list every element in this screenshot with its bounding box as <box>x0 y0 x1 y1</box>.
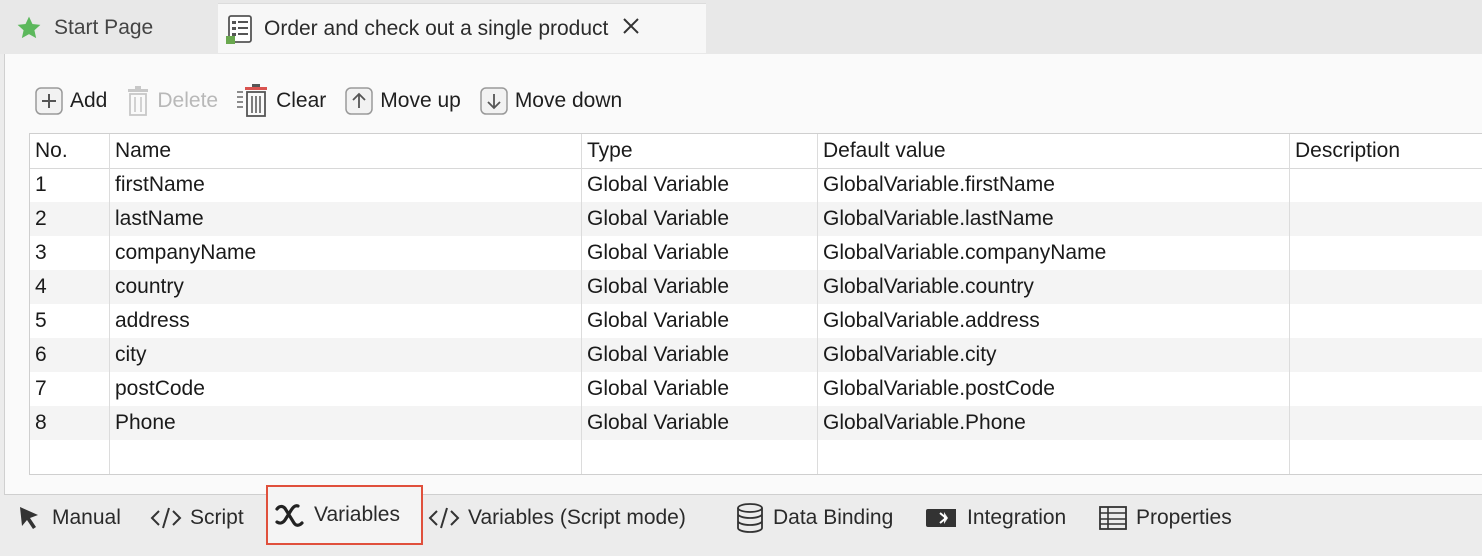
cell-no: 8 <box>35 411 47 434</box>
cell-no: 4 <box>35 275 47 298</box>
variables-toolbar: Add Delete Clear Move up Move down <box>34 82 640 120</box>
tab-label: Script <box>190 506 244 529</box>
cell-type[interactable]: Global Variable <box>587 270 729 304</box>
cell-no: 6 <box>35 343 47 366</box>
table-header: No. Name Type Default value Description <box>30 134 1482 169</box>
delete-label: Delete <box>157 89 219 112</box>
tab-manual[interactable]: Manual <box>16 495 121 541</box>
table-row[interactable]: 3 companyName Global Variable GlobalVari… <box>30 236 1482 270</box>
cell-name[interactable]: city <box>115 338 147 372</box>
table-row[interactable]: 5 address Global Variable GlobalVariable… <box>30 304 1482 338</box>
cell-default-value[interactable]: GlobalVariable.city <box>823 338 997 372</box>
cell-name[interactable]: postCode <box>115 372 205 406</box>
cell-default-value[interactable]: GlobalVariable.lastName <box>823 202 1054 236</box>
table-row[interactable]: 4 country Global Variable GlobalVariable… <box>30 270 1482 304</box>
arrow-down-icon <box>480 87 508 115</box>
cell-type[interactable]: Global Variable <box>587 168 729 202</box>
cell-name[interactable]: country <box>115 270 184 304</box>
cell-default-value[interactable]: GlobalVariable.companyName <box>823 236 1106 270</box>
trash-icon <box>128 86 149 116</box>
cell-no: 2 <box>35 207 47 230</box>
move-down-label: Move down <box>514 89 623 112</box>
tab-label: Order and check out a single product <box>264 16 609 40</box>
tab-script[interactable]: Script <box>150 495 244 541</box>
database-icon <box>737 503 763 533</box>
column-header-description[interactable]: Description <box>1295 134 1400 168</box>
variables-table: No. Name Type Default value Description … <box>29 133 1482 475</box>
cell-no: 3 <box>35 241 47 264</box>
tab-label: Variables (Script mode) <box>468 506 686 529</box>
plus-icon <box>35 87 63 115</box>
tab-start-page[interactable]: Start Page <box>6 3 212 52</box>
tab-properties[interactable]: Properties <box>1098 495 1232 541</box>
tab-integration[interactable]: Integration <box>925 495 1066 541</box>
move-down-button[interactable]: Move down <box>479 86 622 116</box>
column-divider[interactable] <box>581 134 582 474</box>
tab-label: Data Binding <box>773 506 894 529</box>
tab-label: Manual <box>52 506 121 529</box>
add-button[interactable]: Add <box>34 86 107 116</box>
editor-tab-bar: Start Page Order and check out a single … <box>0 0 1482 54</box>
cell-default-value[interactable]: GlobalVariable.postCode <box>823 372 1055 406</box>
column-header-name[interactable]: Name <box>115 134 171 168</box>
tab-label: Integration <box>967 506 1067 529</box>
delete-button[interactable]: Delete <box>125 85 218 117</box>
cell-no: 5 <box>35 309 47 332</box>
cell-name[interactable]: companyName <box>115 236 256 270</box>
tab-label: Variables <box>314 503 400 526</box>
column-header-type[interactable]: Type <box>587 134 633 168</box>
table-row[interactable]: 6 city Global Variable GlobalVariable.ci… <box>30 338 1482 372</box>
tab-variables[interactable]: Variables <box>266 485 423 545</box>
cell-name[interactable]: lastName <box>115 202 204 236</box>
star-icon <box>16 15 42 41</box>
cell-no: 7 <box>35 377 47 400</box>
cell-type[interactable]: Global Variable <box>587 406 729 440</box>
cell-type[interactable]: Global Variable <box>587 338 729 372</box>
add-label: Add <box>70 89 108 112</box>
cell-type[interactable]: Global Variable <box>587 372 729 406</box>
cell-name[interactable]: Phone <box>115 406 176 440</box>
table-grid-icon <box>1099 506 1127 530</box>
editor-mode-tabs: Manual Script Variables Variables (Scrip… <box>4 485 1482 547</box>
cell-no: 1 <box>35 173 47 196</box>
variable-x-icon <box>275 504 304 527</box>
tab-test-case[interactable]: Order and check out a single product <box>218 3 706 53</box>
table-row[interactable]: 2 lastName Global Variable GlobalVariabl… <box>30 202 1482 236</box>
empty-table-row[interactable] <box>30 440 1482 474</box>
cell-type[interactable]: Global Variable <box>587 236 729 270</box>
tab-data-binding[interactable]: Data Binding <box>735 495 893 541</box>
clear-label: Clear <box>276 89 327 112</box>
table-row[interactable]: 1 firstName Global Variable GlobalVariab… <box>30 168 1482 202</box>
cell-name[interactable]: address <box>115 304 190 338</box>
code-icon <box>428 507 460 529</box>
code-icon <box>150 507 182 529</box>
tab-variables-script-mode[interactable]: Variables (Script mode) <box>428 495 686 541</box>
cursor-arrow-icon <box>20 507 38 529</box>
cell-default-value[interactable]: GlobalVariable.address <box>823 304 1040 338</box>
arrow-up-icon <box>345 87 374 115</box>
close-icon[interactable] <box>620 15 642 43</box>
cell-type[interactable]: Global Variable <box>587 304 729 338</box>
column-header-default-value[interactable]: Default value <box>823 134 946 168</box>
cell-type[interactable]: Global Variable <box>587 202 729 236</box>
test-case-icon <box>226 14 254 44</box>
cell-default-value[interactable]: GlobalVariable.firstName <box>823 168 1055 202</box>
column-divider[interactable] <box>1289 134 1290 474</box>
integration-icon <box>926 509 956 527</box>
table-row[interactable]: 8 Phone Global Variable GlobalVariable.P… <box>30 406 1482 440</box>
move-up-label: Move up <box>380 89 461 112</box>
cell-default-value[interactable]: GlobalVariable.country <box>823 270 1034 304</box>
move-up-button[interactable]: Move up <box>344 86 461 116</box>
tab-label: Properties <box>1136 506 1232 529</box>
tab-label: Start Page <box>54 15 154 39</box>
column-divider[interactable] <box>109 134 110 474</box>
table-row[interactable]: 7 postCode Global Variable GlobalVariabl… <box>30 372 1482 406</box>
clear-icon <box>237 84 268 117</box>
cell-default-value[interactable]: GlobalVariable.Phone <box>823 406 1026 440</box>
column-divider[interactable] <box>817 134 818 474</box>
clear-button[interactable]: Clear <box>236 84 326 118</box>
cell-name[interactable]: firstName <box>115 168 205 202</box>
column-header-no[interactable]: No. <box>35 134 68 168</box>
